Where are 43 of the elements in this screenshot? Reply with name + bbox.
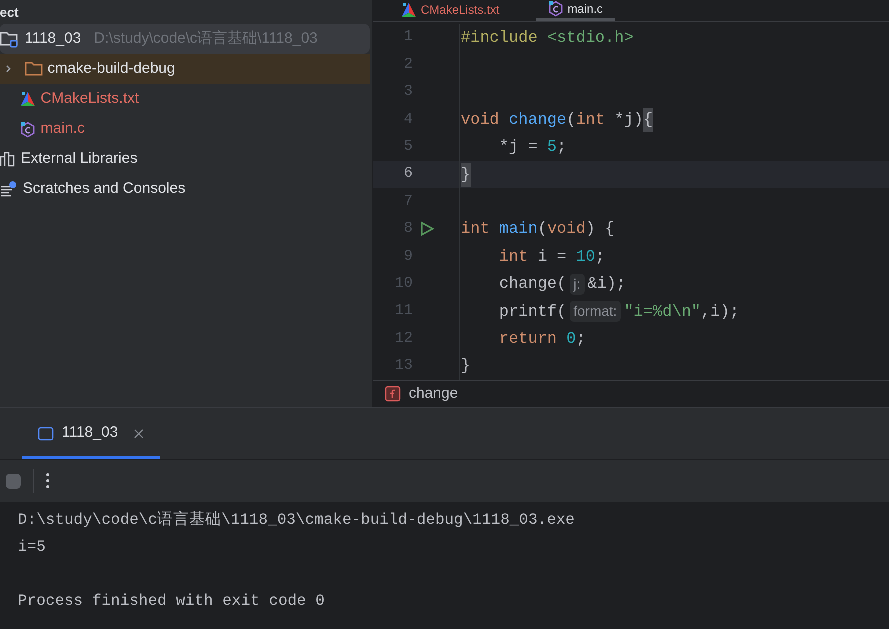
triangle-logo-icon	[20, 91, 36, 107]
scratches-icon	[0, 181, 18, 197]
tree-item-label: Scratches and Consoles	[23, 178, 186, 199]
tree-item[interactable]: main.c	[0, 114, 370, 144]
editor-tab[interactable]: CMakeLists.txt	[389, 0, 512, 21]
code-line: void change(int *j){	[461, 108, 654, 132]
more-icon[interactable]	[46, 473, 50, 489]
function-icon	[385, 386, 401, 402]
library-icon	[0, 151, 16, 167]
triangle-logo-icon	[401, 2, 417, 18]
c-file-icon	[548, 0, 564, 17]
run-icon[interactable]	[419, 221, 435, 238]
tree-item-label: 1118_03	[25, 28, 82, 49]
line-number: 6	[402, 164, 413, 184]
code-line: int main(void) {	[461, 219, 615, 240]
tree-item-label: cmake-build-debug	[48, 58, 176, 79]
code-line: #include <stdio.h>	[461, 28, 634, 49]
folder-icon	[0, 30, 20, 48]
code-line: int i = 10;	[498, 246, 606, 268]
c-file-icon	[20, 120, 36, 138]
editor-tab[interactable]: main.c	[536, 0, 616, 21]
tree-item-label: CMakeLists.txt	[40, 88, 140, 109]
tree-item-path: D:\study\code\c语言基础\1118_03	[94, 28, 318, 49]
close-icon[interactable]	[134, 428, 144, 438]
console-line: i=5	[18, 536, 47, 558]
code-line: }	[461, 356, 471, 378]
code-line: printf( format: "i=%d\n",i);	[498, 300, 740, 324]
folder-icon	[24, 61, 43, 77]
console-line: D:\study\code\c语言基础\1118_03\cmake-build-debug\1118_03.exe	[18, 510, 576, 531]
tree-item-label: main.c	[40, 118, 85, 139]
tree-item[interactable]: CMakeLists.txt	[0, 84, 370, 114]
tree-item[interactable]: Scratches and Consoles	[0, 174, 370, 204]
code-line: return 0;	[498, 328, 586, 350]
console-icon	[38, 426, 54, 440]
panel-title: ect	[0, 6, 19, 18]
code-line: *j = 5;	[498, 137, 567, 158]
tree-item[interactable]: cmake-build-debug	[0, 54, 370, 84]
tree-item-label: External Libraries	[21, 148, 138, 169]
breadcrumb-item[interactable]: change	[409, 382, 458, 406]
tree-item[interactable]: 1118_03 D:\study\code\c语言基础\1118_03	[0, 24, 370, 54]
code-line: change( j: &i);	[498, 272, 626, 296]
tree-item[interactable]: External Libraries	[0, 144, 370, 174]
console-line: Process finished with exit code 0	[18, 590, 326, 612]
